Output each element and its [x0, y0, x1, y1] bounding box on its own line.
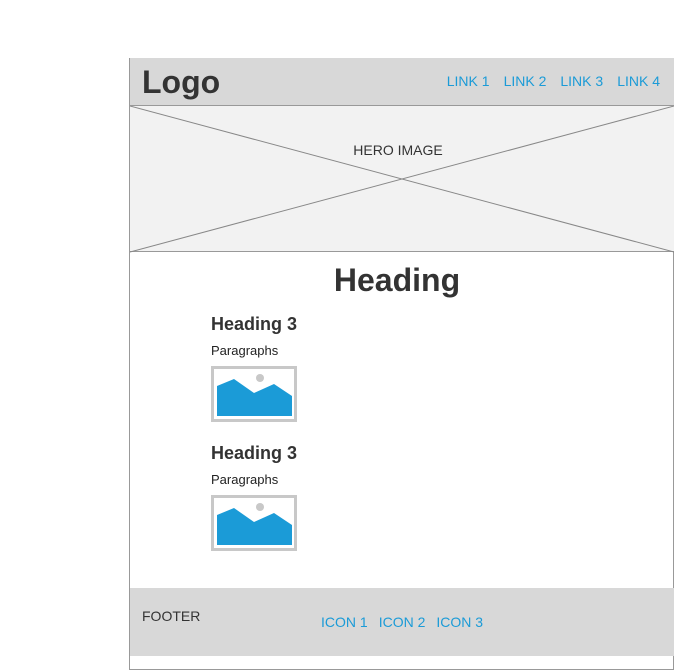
footer-icon-2[interactable]: ICON 2	[379, 614, 426, 630]
content-section: Heading 3 Paragraphs	[211, 314, 511, 422]
nav-link-1[interactable]: LINK 1	[447, 73, 490, 89]
nav-link-3[interactable]: LINK 3	[560, 73, 603, 89]
hero-image-placeholder: HERO IMAGE	[130, 105, 674, 253]
section-heading: Heading 3	[211, 443, 298, 463]
footer-icons: ICON 1 ICON 2 ICON 3	[321, 614, 483, 630]
footer-label: FOOTER	[142, 608, 201, 624]
page-heading: Heading	[333, 262, 461, 298]
wireframe-page: Logo LINK 1 LINK 2 LINK 3 LINK 4 HERO IM…	[129, 58, 674, 670]
section-paragraph: Paragraphs	[211, 472, 279, 487]
nav-link-4[interactable]: LINK 4	[617, 73, 660, 89]
footer-icon-1[interactable]: ICON 1	[321, 614, 368, 630]
nav-link-2[interactable]: LINK 2	[504, 73, 547, 89]
main-nav: LINK 1 LINK 2 LINK 3 LINK 4	[447, 73, 660, 89]
image-placeholder-icon	[211, 495, 297, 551]
content-section: Heading 3 Paragraphs	[211, 443, 511, 551]
section-paragraph: Paragraphs	[211, 343, 279, 358]
hero-label: HERO IMAGE	[353, 142, 443, 158]
section-heading: Heading 3	[211, 314, 298, 334]
site-footer: FOOTER ICON 1 ICON 2 ICON 3	[130, 588, 674, 656]
logo[interactable]: Logo	[142, 64, 220, 101]
site-header: Logo LINK 1 LINK 2 LINK 3 LINK 4	[130, 58, 674, 106]
hero-cross-icon	[130, 106, 674, 253]
image-placeholder-icon	[211, 366, 297, 422]
footer-icon-3[interactable]: ICON 3	[436, 614, 483, 630]
